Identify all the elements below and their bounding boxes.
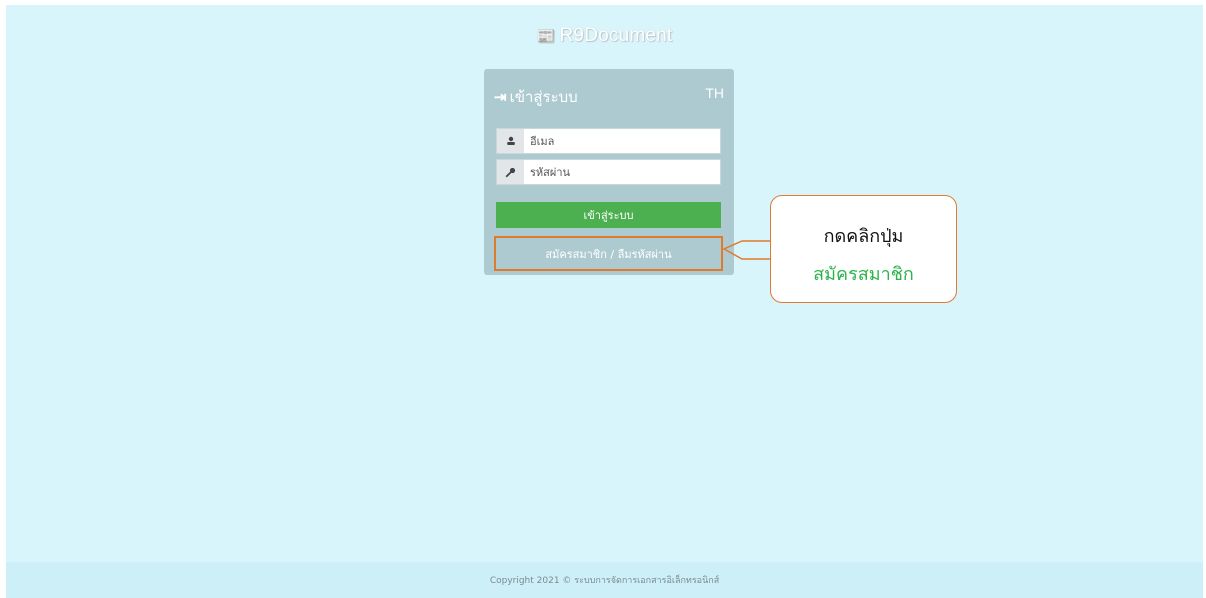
callout-text-register: สมัครสมาชิก: [813, 264, 914, 285]
instruction-callout: กดคลิกปุ่ม สมัครสมาชิก: [770, 195, 957, 303]
footer: Copyright 2021 © ระบบการจัดการเอกสารอิเล…: [6, 562, 1203, 598]
callout-pointer: [722, 240, 770, 260]
copyright-text: Copyright 2021 © ระบบการจัดการเอกสารอิเล…: [489, 576, 720, 586]
login-screen: 📰R9Document ⇥เข้าสู่ระบบ TH เข้าสู่ระบบ …: [6, 5, 1203, 598]
callout-text-click: กดคลิกปุ่ม: [823, 226, 904, 247]
